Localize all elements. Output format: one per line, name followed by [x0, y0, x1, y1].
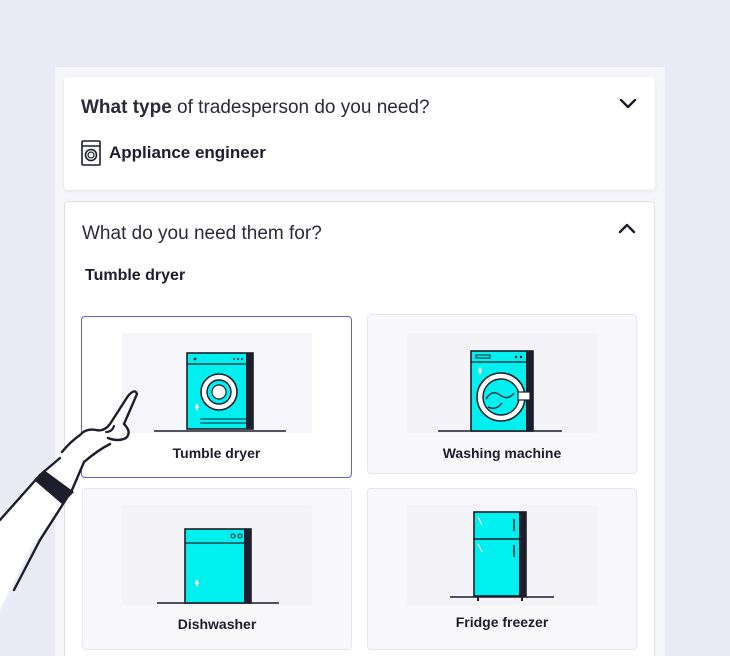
pointing-hand-icon	[0, 390, 139, 610]
option-fridge-freezer[interactable]: Fridge freezer	[367, 488, 637, 650]
chevron-up-icon[interactable]	[617, 221, 637, 235]
question-rest: of tradesperson do you need?	[171, 97, 430, 118]
option-washing-machine[interactable]: Washing machine	[367, 314, 637, 474]
question-bold: What type	[81, 97, 172, 118]
selected-tradesperson: Appliance engineer	[81, 140, 266, 166]
washing-machine-icon	[81, 140, 101, 166]
chevron-down-icon[interactable]	[618, 97, 638, 111]
option-label: Washing machine	[442, 445, 562, 461]
option-label: Fridge freezer	[455, 614, 549, 630]
tradesperson-card[interactable]	[64, 77, 655, 190]
question-tradesperson: What type of tradesperson do you need?	[81, 97, 430, 119]
selected-tradesperson-label: Appliance engineer	[109, 143, 266, 162]
selected-need: Tumble dryer	[85, 267, 186, 284]
question-need: What do you need them for?	[82, 223, 322, 244]
